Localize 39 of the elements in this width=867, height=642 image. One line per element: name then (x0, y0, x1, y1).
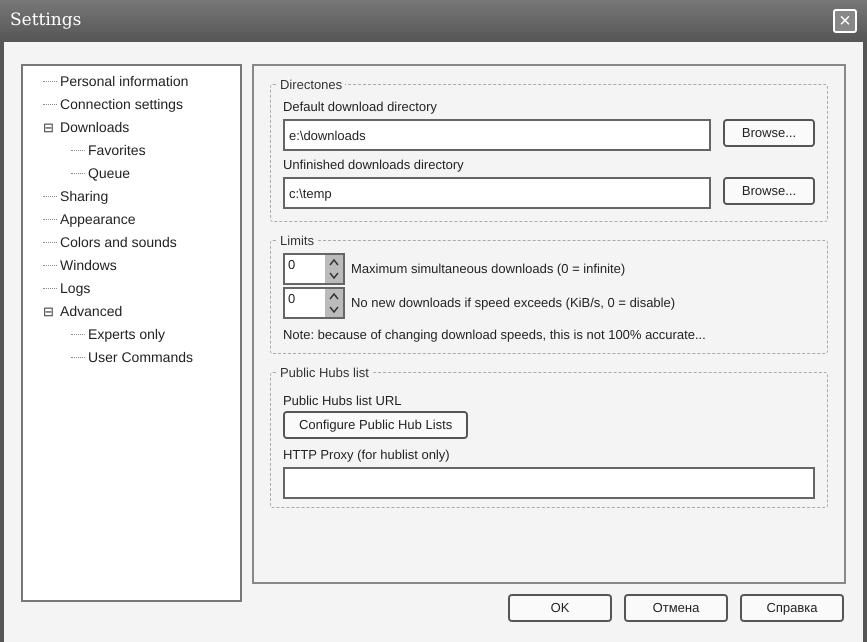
configure-button[interactable]: Configure Public Hub Lists (283, 410, 468, 438)
dialog-button[interactable]: Справка (740, 594, 844, 622)
spin-box[interactable]: 0 (283, 287, 345, 319)
tree-item[interactable]: Personal information (59, 71, 190, 92)
window-title: Settings (10, 9, 82, 32)
close-button[interactable]: × (833, 9, 857, 33)
tree-item[interactable]: Downloads (59, 117, 130, 138)
collapse-toggle[interactable]: ⊟ (43, 305, 57, 318)
collapse-toggle[interactable]: ⊟ (43, 121, 57, 134)
field-label: Unfinished downloads directory (283, 156, 465, 174)
up-down-arrows-icon[interactable] (325, 289, 343, 317)
tree-item[interactable]: Logs (59, 278, 92, 299)
tree-item[interactable]: Connection settings (59, 94, 184, 115)
tree-item[interactable]: Advanced (59, 301, 124, 322)
spin-box[interactable]: 0 (283, 253, 345, 285)
limit-label: No new downloads if speed exceeds (KiB/s, 0 = disable) (351, 294, 676, 312)
tree-item[interactable]: Queue (87, 163, 132, 184)
field-label: Default download directory (283, 98, 438, 116)
tree-item[interactable]: Favorites (87, 140, 147, 161)
tree-item[interactable]: Sharing (59, 186, 110, 207)
field-label: HTTP Proxy (for hublist only) (283, 446, 451, 464)
tree-item[interactable]: User Commands (87, 347, 194, 368)
browse-button[interactable]: Browse... (723, 119, 815, 147)
tree-item[interactable]: Appearance (59, 209, 137, 230)
tree-item[interactable]: Experts only (87, 324, 166, 345)
field-label: Public Hubs list URL (283, 392, 402, 410)
up-down-arrows-icon[interactable] (325, 255, 343, 283)
directory-field[interactable]: e:\downloads (283, 119, 711, 151)
spin-value: 0 (287, 290, 296, 308)
browse-button[interactable]: Browse... (723, 177, 815, 205)
directory-field[interactable]: c:\temp (283, 177, 711, 209)
spin-value: 0 (287, 256, 296, 274)
dialog-button[interactable]: Отмена (624, 594, 728, 622)
dialog-button[interactable]: OK (508, 594, 612, 622)
limit-label: Maximum simultaneous downloads (0 = infinite) (351, 260, 626, 278)
tree-item[interactable]: Windows (59, 255, 118, 276)
note-text: Note: because of changing download speeds, this is not 100% accurate... (283, 326, 707, 344)
tree-item[interactable]: Colors and sounds (59, 232, 178, 253)
proxy-field[interactable] (283, 466, 815, 498)
